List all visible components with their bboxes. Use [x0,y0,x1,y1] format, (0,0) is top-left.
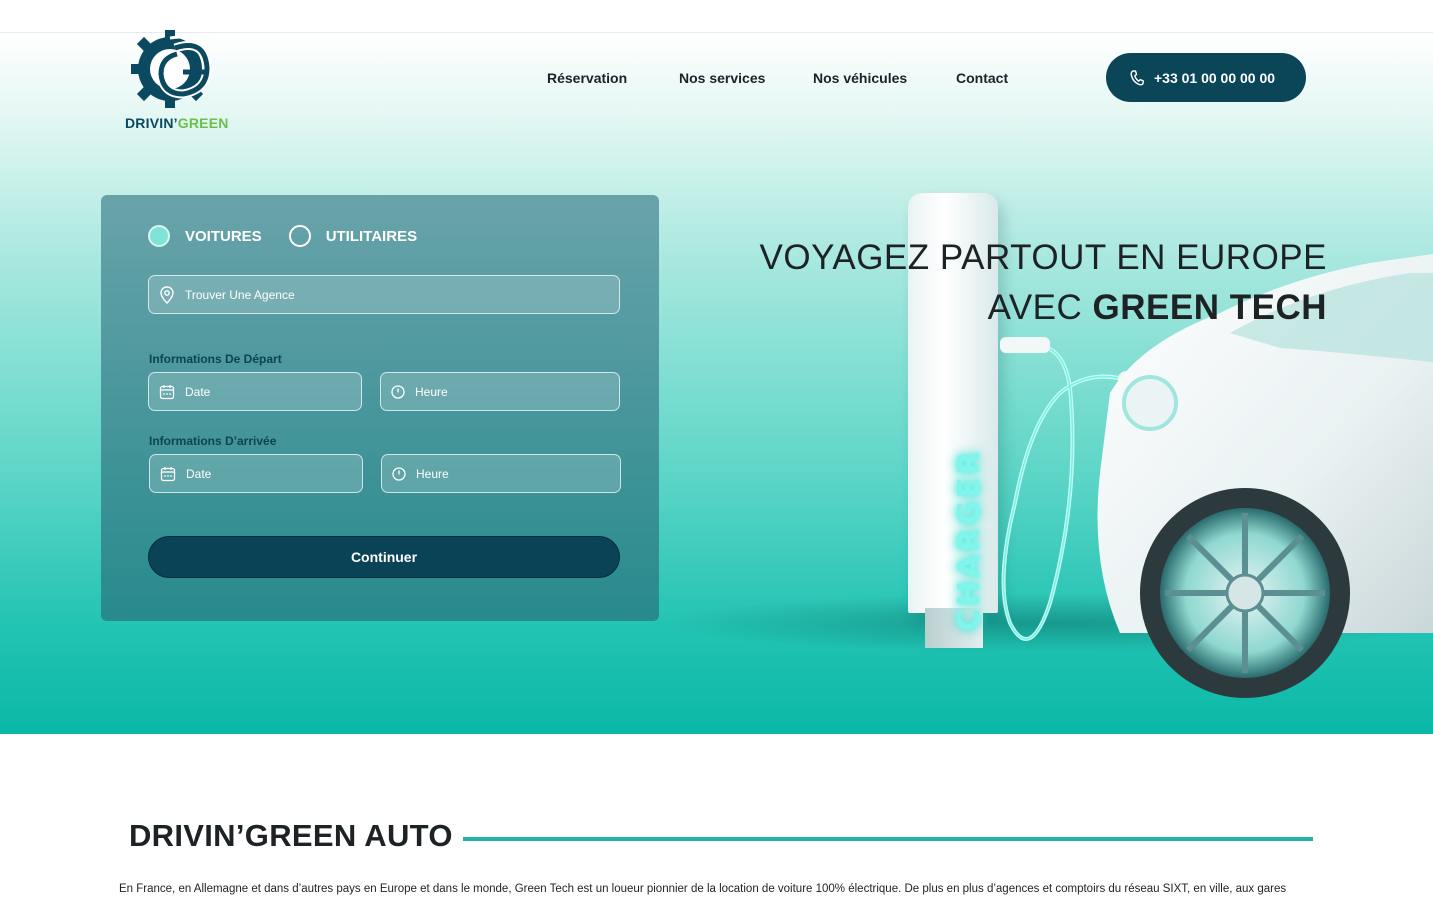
headline-brand: GREEN TECH [1092,288,1327,327]
brand-name: DRIVIN’GREEN [125,115,229,131]
clock-icon [391,384,405,399]
arrival-label: Informations D’arrivée [149,434,277,448]
radio-label-utilitaires[interactable]: UTILITAIRES [326,228,417,245]
calendar-icon [160,466,176,481]
booking-form: VOITURES UTILITAIRES Trouver Une Agence … [101,195,659,621]
nav-contact[interactable]: Contact [956,70,1008,86]
arrival-date-input[interactable]: Date [149,454,363,493]
hero-section: CHARGER VOYAGEZ PARTOUT EN EUROPE AVEC G… [0,33,1433,734]
about-paragraph: En France, en Allemagne et dans d’autres… [119,883,1287,895]
about-title: DRIVIN’GREEN AUTO [129,818,453,853]
radio-label-voitures[interactable]: VOITURES [185,228,262,245]
departure-time-input[interactable]: Heure [380,372,620,411]
agency-search-input[interactable]: Trouver Une Agence [148,275,620,314]
radio-utilitaires[interactable] [288,225,311,247]
phone-icon [1130,69,1144,85]
location-pin-icon [160,285,174,304]
headline-line-1: VOYAGEZ PARTOUT EN EUROPE [759,238,1327,277]
departure-date-input[interactable]: Date [148,372,362,411]
vehicle-type-selector: VOITURES UTILITAIRES [148,225,444,247]
brand-name-part1: DRIVIN’ [125,115,178,131]
nav-reservation[interactable]: Réservation [547,70,627,86]
headline-line-2-prefix: AVEC [987,288,1093,327]
hero-headline: VOYAGEZ PARTOUT EN EUROPE AVEC GREEN TEC… [760,233,1327,333]
arrival-time-placeholder: Heure [416,466,449,481]
departure-label: Informations De Départ [149,352,282,366]
phone-button[interactable]: +33 01 00 00 00 00 [1106,53,1306,102]
arrival-time-input[interactable]: Heure [381,454,621,493]
agency-placeholder: Trouver Une Agence [185,287,295,302]
calendar-icon [159,384,175,399]
departure-time-placeholder: Heure [415,384,448,399]
nav-nos-vehicules[interactable]: Nos véhicules [813,70,907,86]
arrival-date-placeholder: Date [186,466,212,481]
departure-date-placeholder: Date [185,384,211,399]
nav-nos-services[interactable]: Nos services [679,70,765,86]
brand-name-part2: GREEN [177,115,229,131]
phone-number: +33 01 00 00 00 00 [1154,69,1276,86]
about-title-underline [463,837,1313,841]
clock-icon [392,466,406,481]
radio-voitures[interactable] [148,225,170,247]
continue-button[interactable]: Continuer [148,536,620,578]
headline-line-2: AVEC GREEN TECH [760,283,1327,333]
